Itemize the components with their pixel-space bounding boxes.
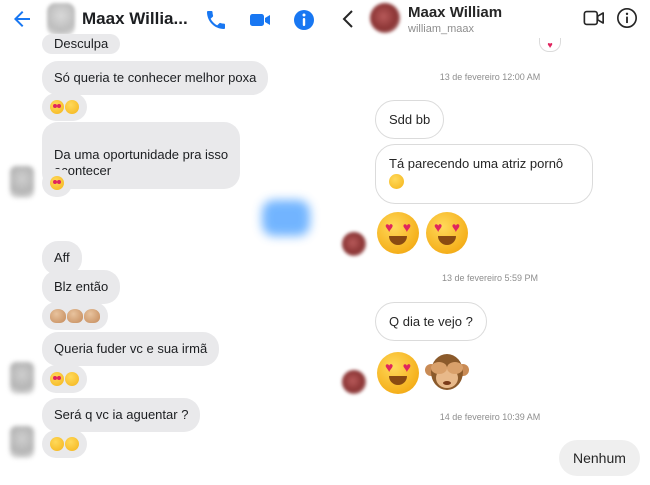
contact-name[interactable]: Maax William xyxy=(408,4,502,21)
messenger-panel: Maax Willia... Desculpa Só queria te con… xyxy=(0,0,330,485)
avatar[interactable] xyxy=(10,362,34,394)
video-icon[interactable] xyxy=(583,7,605,29)
heart-eyes-emoji-icon xyxy=(50,176,64,190)
message-text: Aff xyxy=(54,250,70,265)
instagram-panel: Maax William william_maax ♥ 13 de fevere… xyxy=(330,0,650,485)
message-bubble[interactable]: Sdd bb xyxy=(375,100,445,139)
heart-eyes-emoji-icon xyxy=(426,212,468,254)
see-no-evil-monkey-icon xyxy=(425,354,469,390)
message-text: Desculpa xyxy=(54,36,109,51)
avatar[interactable] xyxy=(10,426,34,458)
heart-eyes-emoji-icon xyxy=(50,372,64,386)
message-bubble[interactable]: Tá parecendo uma atriz pornô xyxy=(375,144,593,204)
heart-reaction-badge: ♥ xyxy=(539,38,561,52)
message-bubble[interactable]: Q dia te vejo ? xyxy=(375,302,487,341)
avatar[interactable] xyxy=(342,370,366,394)
message-bubble[interactable]: Queria fuder vc e sua irmã xyxy=(42,332,220,366)
clap-emoji-icon xyxy=(50,309,66,323)
clap-emoji-icon xyxy=(67,309,83,323)
message-text: Nenhum xyxy=(573,450,626,466)
message-text: Q dia te vejo ? xyxy=(389,314,473,329)
avatar[interactable] xyxy=(47,3,75,35)
smile-emoji-icon xyxy=(65,437,79,451)
info-icon[interactable] xyxy=(292,8,316,32)
message-text: Blz então xyxy=(54,279,109,294)
timestamp: 13 de fevereiro 5:59 PM xyxy=(441,273,539,283)
heart-eyes-emoji-icon xyxy=(377,212,419,254)
sent-message-bubble[interactable]: Nenhum xyxy=(559,440,640,476)
message-bubble[interactable]: Só queria te conhecer melhor poxa xyxy=(42,61,269,95)
smile-emoji-icon xyxy=(50,437,64,451)
emoji-reaction-bubble[interactable] xyxy=(42,365,87,393)
video-icon[interactable] xyxy=(248,8,272,32)
heart-icon: ♥ xyxy=(547,39,553,50)
smile-emoji-icon xyxy=(65,372,79,386)
avatar[interactable] xyxy=(370,3,400,33)
info-icon[interactable] xyxy=(616,7,638,29)
message-bubble[interactable]: Será q vc ia aguentar ? xyxy=(42,398,201,432)
back-chevron-icon[interactable] xyxy=(342,10,354,28)
emoji-reaction-bubble[interactable] xyxy=(42,302,108,330)
clap-emoji-icon xyxy=(84,309,100,323)
username: william_maax xyxy=(408,23,475,35)
smile-emoji-icon xyxy=(65,100,79,114)
contact-name[interactable]: Maax Willia... xyxy=(82,9,192,29)
heart-eyes-emoji-icon xyxy=(50,100,64,114)
emoji-reaction-bubble[interactable] xyxy=(42,169,72,197)
message-bubble[interactable]: Blz então xyxy=(42,270,121,304)
message-text: Tá parecendo uma atriz pornô xyxy=(389,156,564,171)
avatar[interactable] xyxy=(342,232,366,256)
timestamp: 14 de fevereiro 10:39 AM xyxy=(439,412,541,422)
message-text: Da uma oportunidade pra isso acontecer xyxy=(54,147,229,178)
message-bubble[interactable]: Desculpa xyxy=(42,34,121,54)
message-bubble[interactable]: Da uma oportunidade pra isso acontecer xyxy=(42,122,241,189)
avatar[interactable] xyxy=(10,166,34,198)
message-text: Sdd bb xyxy=(389,112,431,127)
emoji-reaction-bubble[interactable] xyxy=(42,430,87,458)
nerd-emoji-icon xyxy=(389,174,404,189)
emoji-reaction-bubble[interactable] xyxy=(42,93,87,121)
heart-eyes-emoji-icon xyxy=(377,352,419,394)
message-text: Será q vc ia aguentar ? xyxy=(54,407,189,422)
message-text: Só queria te conhecer melhor poxa xyxy=(54,70,257,85)
back-arrow-icon[interactable] xyxy=(10,7,34,31)
message-text: Queria fuder vc e sua irmã xyxy=(54,341,208,356)
timestamp: 13 de fevereiro 12:00 AM xyxy=(439,72,541,82)
messenger-chat: Desculpa Só queria te conhecer melhor po… xyxy=(0,34,330,485)
blurred-sent-message xyxy=(262,200,310,236)
phone-icon[interactable] xyxy=(204,8,228,32)
